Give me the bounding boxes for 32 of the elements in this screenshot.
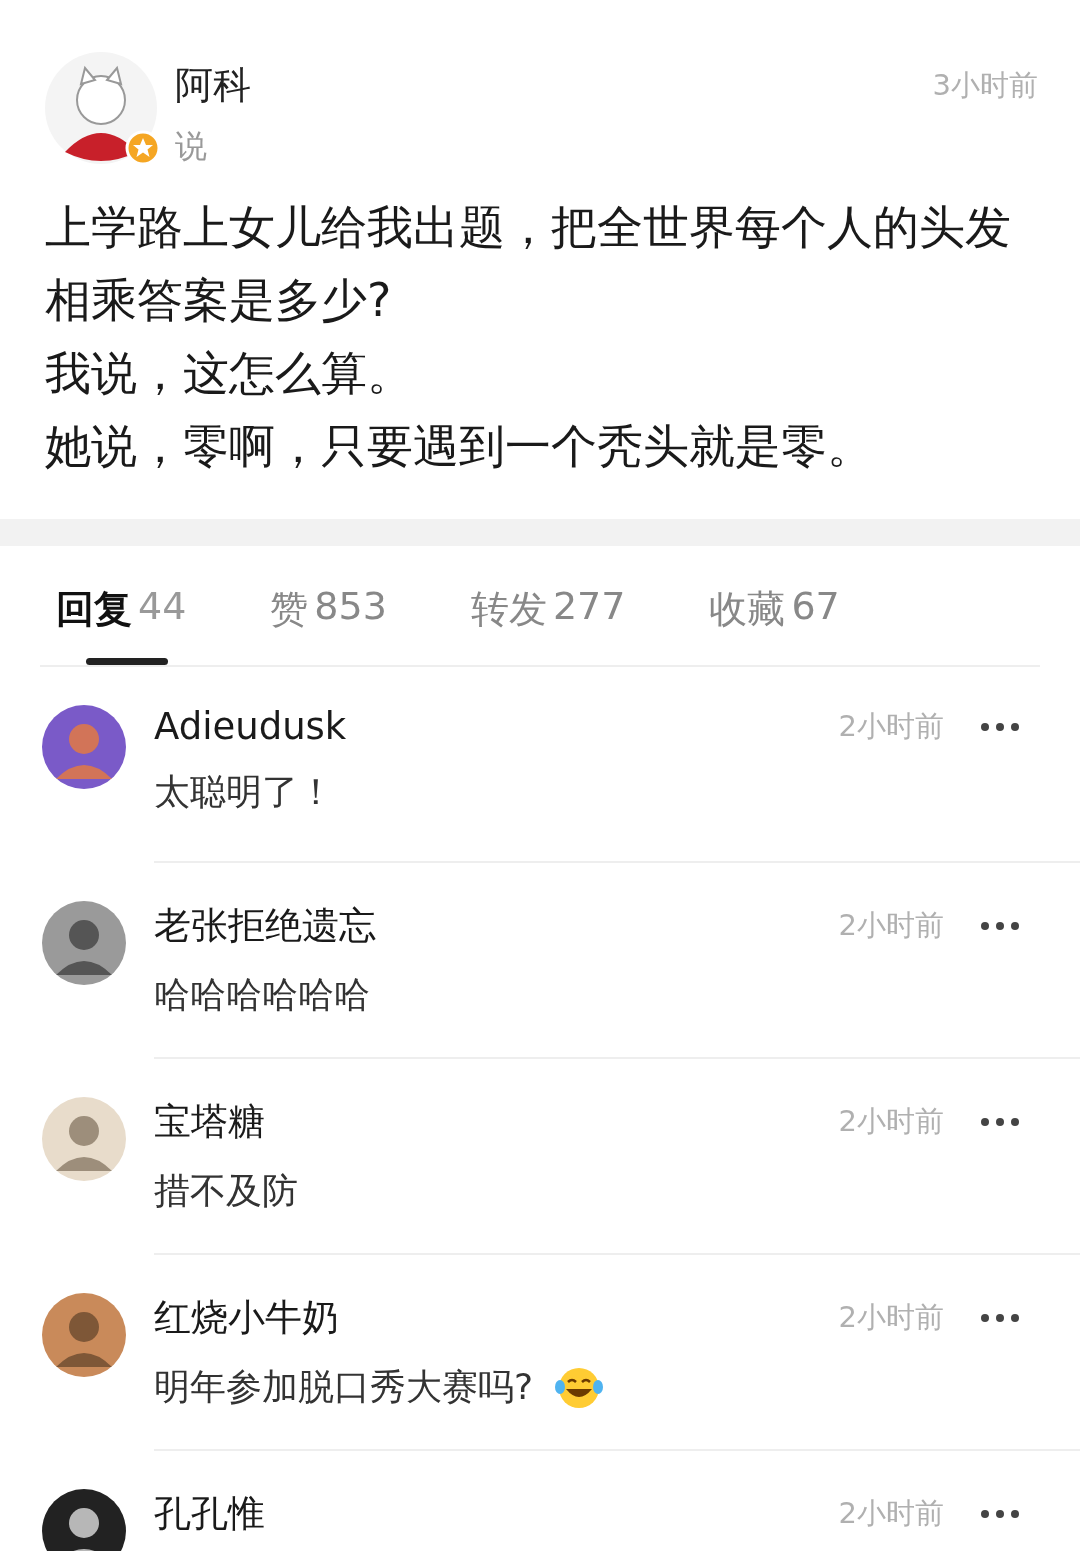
comment-time: 2小时前: [838, 707, 944, 745]
more-icon[interactable]: [980, 721, 1020, 732]
comment-text: 措不及防: [154, 1169, 298, 1213]
avatar[interactable]: [42, 1489, 126, 1551]
tab[interactable]: 赞 853: [270, 546, 387, 665]
post-verb: 说: [175, 126, 208, 167]
author-name[interactable]: 阿科: [175, 60, 933, 111]
more-icon[interactable]: [980, 1117, 1020, 1127]
comment-time: 2小时前: [838, 1299, 944, 1336]
commenter-name[interactable]: 孔孔惟: [154, 1489, 839, 1539]
post-text: 上学路上女儿给我出题，把全世界每个人的头发相乘答案是多少?: [45, 199, 1012, 329]
comment-time: 2小时前: [838, 1495, 944, 1532]
commenter-name[interactable]: 宝塔糖: [154, 1097, 839, 1147]
comment-time: 2小时前: [838, 1103, 944, 1140]
more-icon[interactable]: [980, 1509, 1020, 1519]
commenter-name[interactable]: 老张拒绝遗忘: [154, 901, 839, 951]
tab[interactable]: 转发 277: [470, 546, 626, 665]
post-text: 她说，零啊，只要遇到一个秃头就是零。: [45, 418, 874, 475]
avatar[interactable]: [42, 1293, 126, 1377]
post-time: 3小时前: [932, 67, 1038, 104]
commenter-name[interactable]: 红烧小牛奶: [154, 1293, 839, 1343]
comment-time: 2小时前: [838, 907, 944, 944]
more-icon[interactable]: [980, 921, 1020, 931]
avatar[interactable]: [42, 901, 126, 985]
comment-text: 明年参加脱口秀大赛吗?: [154, 1365, 534, 1409]
comment-text: 哈哈哈哈哈哈: [154, 973, 370, 1017]
post-text: 我说，这怎么算。: [45, 345, 414, 402]
tab[interactable]: 回复 44: [56, 546, 187, 665]
comment-text: 太聪明了！: [154, 770, 334, 814]
commenter-name[interactable]: Adieudusk: [154, 705, 839, 748]
tab[interactable]: 收藏 67: [709, 546, 840, 665]
more-icon[interactable]: [980, 1313, 1020, 1323]
